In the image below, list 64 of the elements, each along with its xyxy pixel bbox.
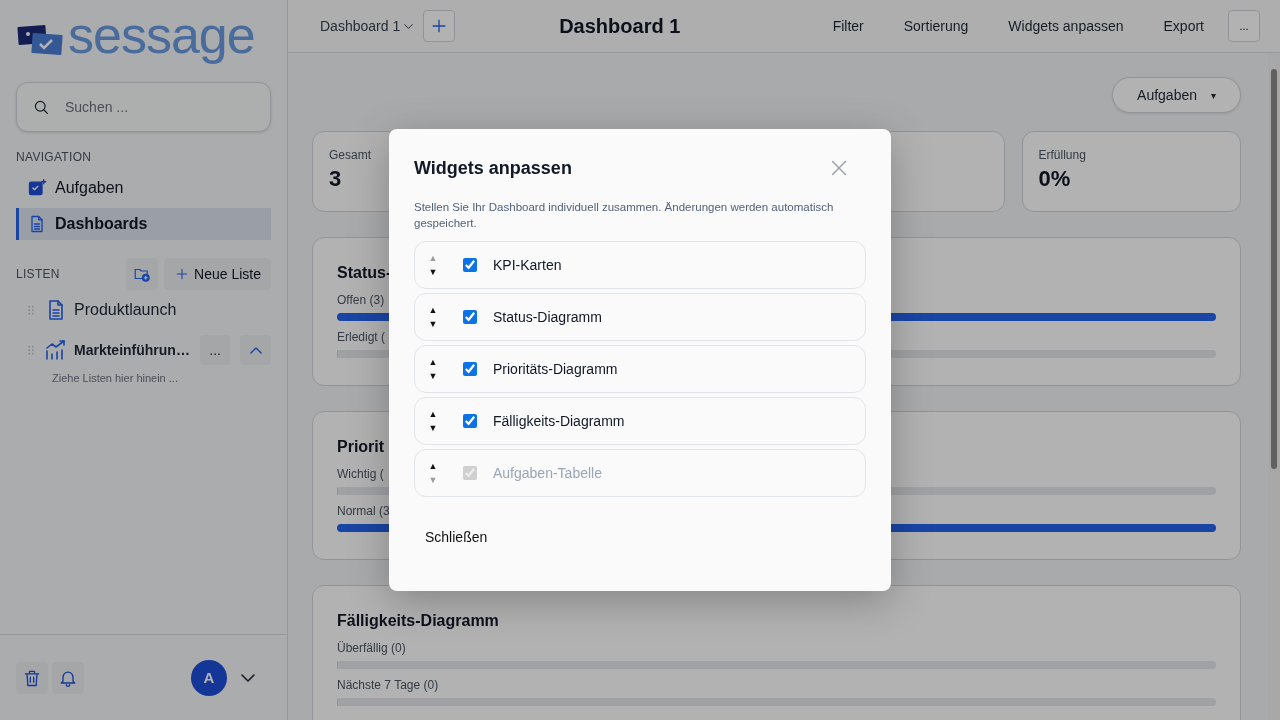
toolbar-button[interactable]: Sortierung	[883, 18, 989, 34]
more-button[interactable]: ...	[199, 335, 231, 365]
list-name[interactable]: Produktlaunch	[74, 301, 177, 319]
task-icon	[27, 178, 47, 198]
toolbar-button[interactable]: Export	[1143, 18, 1224, 34]
list-name[interactable]: Markteinführun…	[74, 342, 190, 358]
new-folder-button[interactable]	[126, 258, 159, 290]
move-up-button[interactable]: ▲	[427, 303, 439, 317]
bar-label: Nächste 7 Tage (0)	[337, 678, 439, 692]
chevron-down-icon	[241, 673, 255, 682]
widget-label: Fälligkeits-Diagramm	[493, 413, 625, 429]
notifications-button[interactable]	[52, 661, 84, 694]
bar-label: Wichtig (	[337, 467, 384, 481]
move-down-button[interactable]: ▼	[427, 265, 439, 279]
widget-label: Status-Diagramm	[493, 309, 602, 325]
dialog-description: Stellen Sie Ihr Dashboard individuell zusammen. Änderungen werden automatisch gespeichert.	[414, 200, 835, 231]
move-down-button[interactable]: ▼	[427, 421, 439, 435]
checkbox[interactable]	[463, 362, 477, 376]
move-down-button[interactable]: ▼	[427, 369, 439, 383]
new-list-button[interactable]: Neue Liste	[164, 258, 271, 290]
toolbar-button[interactable]: Widgets anpassen	[988, 18, 1144, 34]
nav-item[interactable]: Dashboards	[16, 208, 271, 240]
view-select[interactable]: Aufgaben ▾	[1112, 77, 1241, 113]
section-heading: LISTEN	[16, 267, 61, 281]
widget-label: Prioritäts-Diagramm	[493, 361, 618, 377]
chevron-up-icon	[249, 346, 262, 354]
add-dashboard-button[interactable]	[423, 10, 456, 42]
checkbox[interactable]	[463, 414, 477, 428]
chart-title: Priorit	[337, 438, 385, 456]
move-up-button[interactable]: ▲	[427, 407, 439, 421]
page-title: Dashboard 1	[559, 14, 681, 38]
bar-label: Normal (3	[337, 504, 390, 518]
logo-icon	[16, 24, 66, 56]
section-heading: NAVIGATION	[16, 150, 93, 164]
close-button[interactable]: Schließen	[414, 521, 499, 553]
dialog-title: Widgets anpassen	[414, 157, 572, 179]
chart-title: Fälligkeits-Diagramm	[337, 612, 499, 630]
search-icon	[32, 98, 50, 116]
trash-button[interactable]	[16, 661, 48, 694]
caret-icon: ▾	[1211, 89, 1216, 101]
widget-label: KPI-Karten	[493, 257, 562, 273]
bar-label: Offen (3)	[337, 293, 385, 307]
kpi-value: 3	[329, 166, 342, 192]
chart-title: Status-	[337, 264, 392, 282]
toolbar-button[interactable]: Filter	[812, 18, 884, 34]
checkbox[interactable]	[463, 310, 477, 324]
chevron-down-icon	[404, 23, 414, 29]
chart-icon	[44, 338, 68, 362]
dashboard-select[interactable]: Dashboard 1	[320, 18, 414, 34]
kpi-label: Gesamt	[329, 148, 371, 162]
bar-label: Erledigt (	[337, 330, 386, 344]
nav-item[interactable]: Aufgaben	[16, 172, 271, 204]
kpi-value: 0%	[1038, 166, 1071, 192]
move-up-button[interactable]: ▲	[427, 355, 439, 369]
drop-hint: Ziehe Listen hier hinein ...	[51, 372, 179, 384]
kpi-label: Erfüllung	[1038, 148, 1086, 162]
bar-label: Überfällig (0)	[337, 641, 406, 655]
user-avatar[interactable]: A	[191, 659, 227, 696]
checkbox[interactable]	[463, 258, 477, 272]
more-button[interactable]: ...	[1228, 10, 1260, 42]
scrollbar[interactable]	[1268, 53, 1280, 720]
search-field[interactable]: Suchen ...	[16, 82, 271, 132]
widget-label: Aufgaben-Tabelle	[493, 465, 602, 481]
move-down-button[interactable]: ▼	[427, 317, 439, 331]
